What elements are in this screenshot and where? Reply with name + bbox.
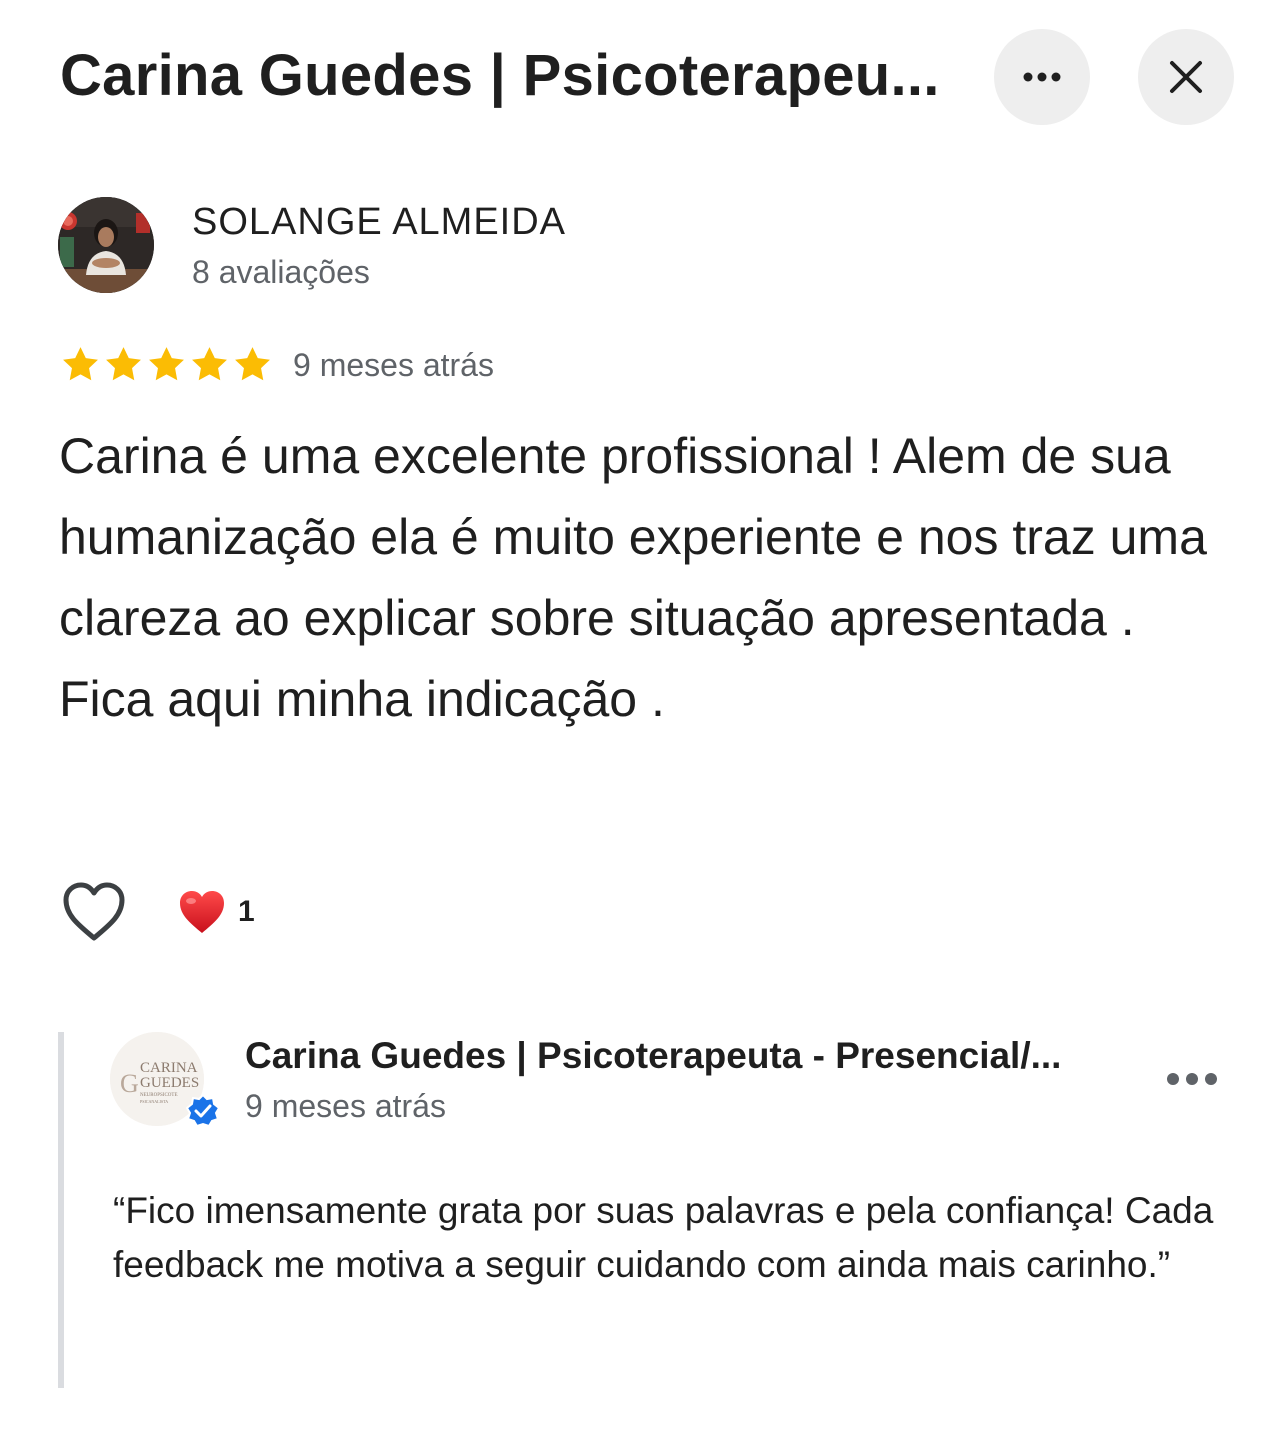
reply-divider (58, 1032, 64, 1388)
owner-reply-date: 9 meses atrás (245, 1088, 446, 1124)
review-text: Carina é uma excelente profissional ! Al… (59, 428, 1207, 727)
star-icon (60, 344, 101, 388)
owner-logo-line2: GUEDES (140, 1075, 199, 1091)
more-options-button[interactable] (994, 29, 1090, 125)
reviewer-avatar[interactable] (58, 197, 154, 293)
more-horiz-icon (1167, 1073, 1217, 1085)
owner-logo-line4: PSICANALISTA (140, 1099, 168, 1104)
heart-outline-icon (63, 882, 125, 941)
reply-more-button[interactable] (1162, 1062, 1222, 1096)
reviewer-review-count: 8 avaliações (192, 254, 370, 290)
close-icon (1170, 61, 1202, 93)
svg-text:G: G (120, 1069, 139, 1098)
star-icon (189, 344, 230, 388)
place-title: Carina Guedes | Psicoterapeu... (60, 43, 940, 108)
owner-name[interactable]: Carina Guedes | Psicoterapeuta - Presenc… (245, 1034, 1115, 1078)
star-icon (146, 344, 187, 388)
red-heart-icon (180, 891, 224, 933)
reaction-count: 1 (238, 895, 255, 928)
reviewer-name[interactable]: SOLANGE ALMEIDA (192, 200, 566, 244)
owner-avatar[interactable]: G CARINA GUEDES NEUROPSICOTE PSICANALIST… (110, 1032, 220, 1128)
verified-badge-icon (186, 1094, 220, 1128)
close-button[interactable] (1138, 29, 1234, 125)
like-button[interactable] (60, 878, 128, 946)
owner-logo-line1: CARINA (140, 1060, 198, 1076)
star-icon (103, 344, 144, 388)
review-sheet: Carina Guedes | Psicoterapeu... SOLANGE (0, 0, 1288, 1440)
owner-reply-text: “Fico imensamente grata por suas palavra… (113, 1190, 1214, 1285)
star-icon (232, 344, 273, 388)
review-date: 9 meses atrás (293, 347, 494, 383)
reaction-summary[interactable]: 1 (178, 888, 255, 936)
more-horiz-icon (1023, 72, 1061, 82)
star-rating (60, 344, 273, 388)
owner-logo-line3: NEUROPSICOTE (140, 1093, 178, 1098)
